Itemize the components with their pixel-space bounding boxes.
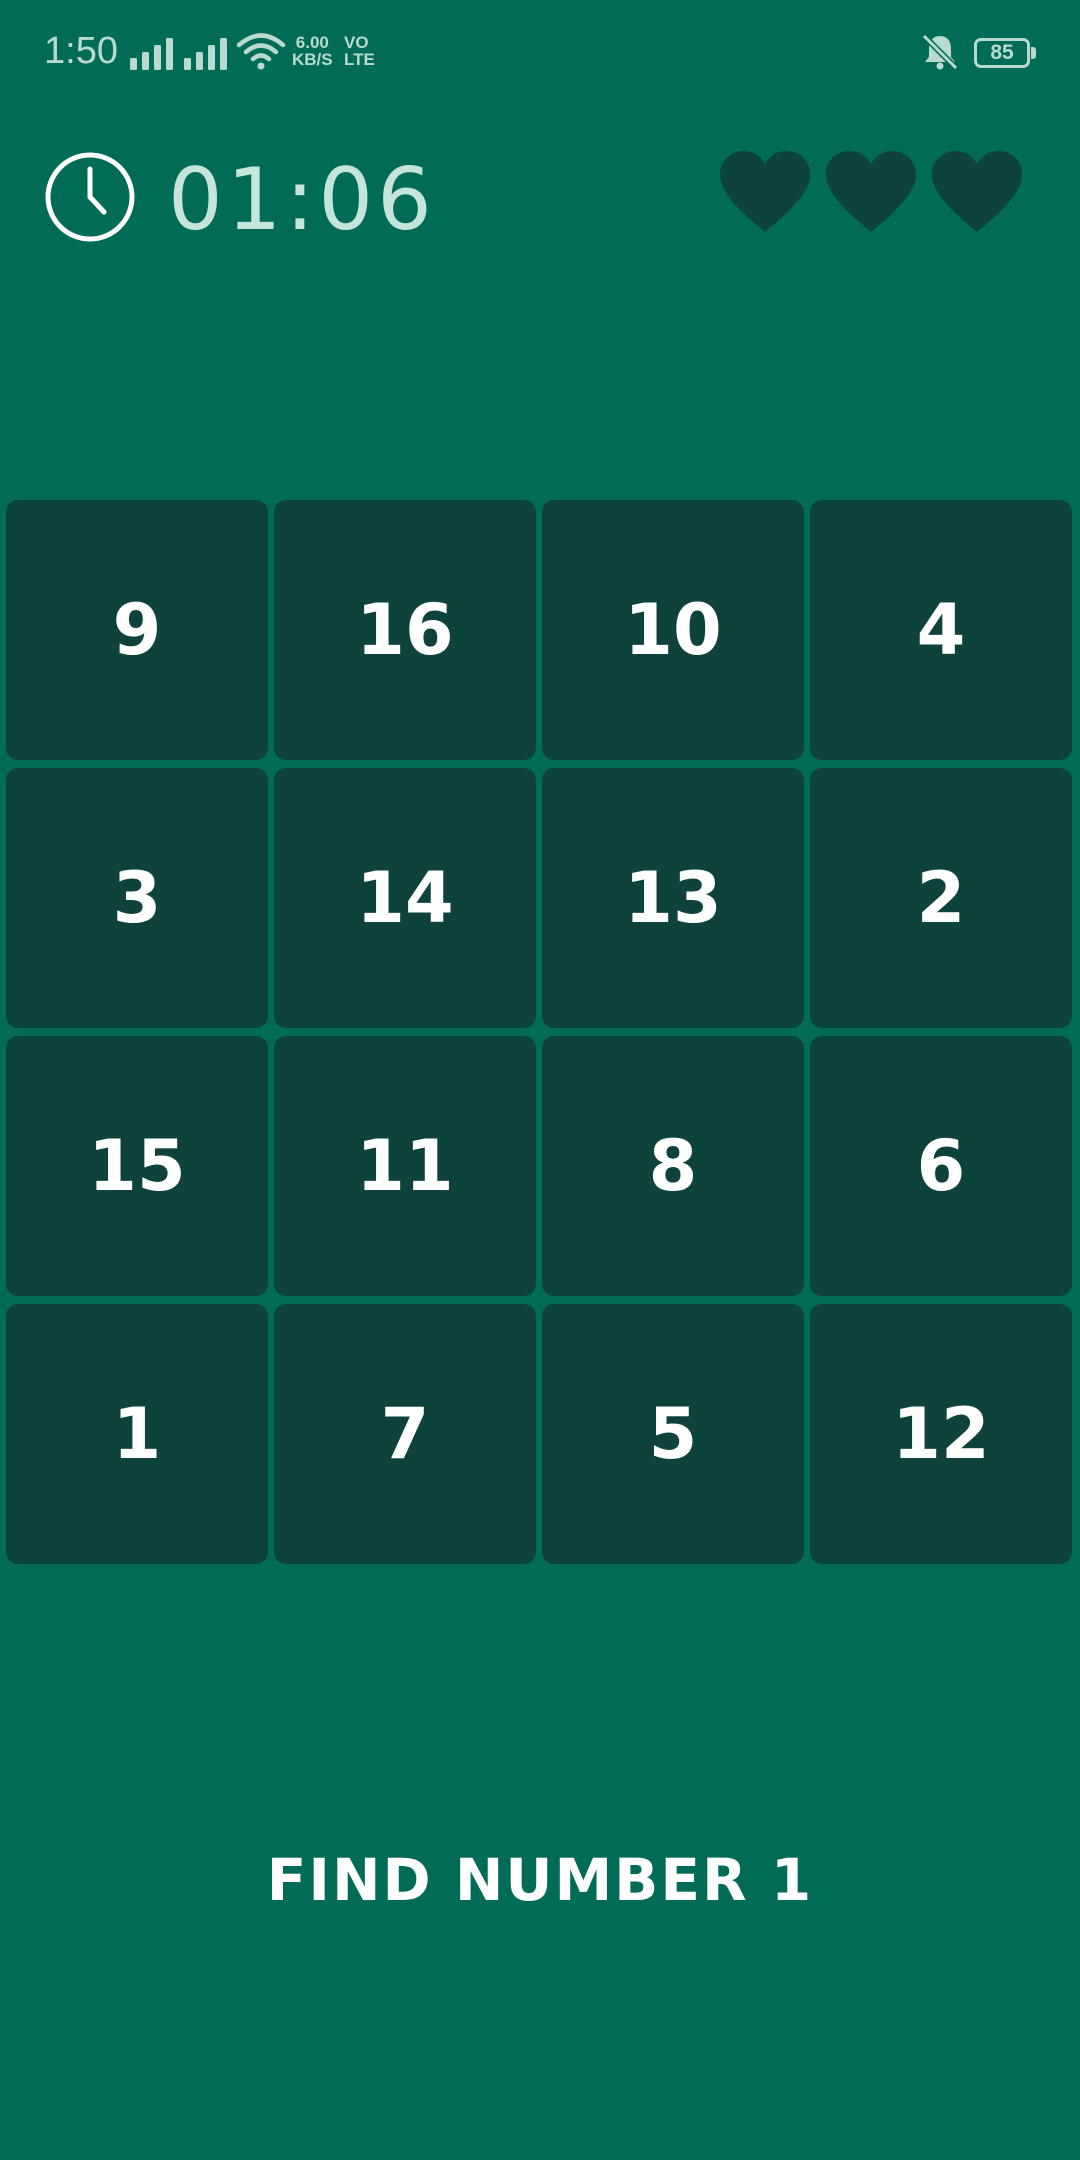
number-tile[interactable]: 11	[274, 1036, 536, 1296]
network-speed: 6.00 KB/S	[292, 34, 333, 68]
number-tile[interactable]: 9	[6, 500, 268, 760]
network-speed-value: 6.00	[295, 33, 329, 52]
number-grid: 9 16 10 4 3 14 13 2 15 11 8 6 1 7 5 12	[6, 500, 1072, 1564]
number-tile[interactable]: 6	[810, 1036, 1072, 1296]
number-tile[interactable]: 7	[274, 1304, 536, 1564]
wifi-icon	[236, 33, 286, 70]
battery-icon: 85	[974, 38, 1030, 68]
volte-line1: VO	[344, 33, 369, 52]
status-bar: 1:50 6.00 KB/S VO LTE 85	[0, 0, 1080, 110]
number-tile[interactable]: 14	[274, 768, 536, 1028]
heart-icon	[826, 151, 916, 232]
status-time: 1:50	[44, 30, 118, 72]
volte-line2: LTE	[344, 50, 375, 69]
lives	[718, 150, 1024, 234]
number-tile[interactable]: 3	[6, 768, 268, 1028]
number-tile[interactable]: 15	[6, 1036, 268, 1296]
mute-icon	[921, 33, 959, 71]
battery-tip	[1031, 47, 1036, 59]
number-tile[interactable]: 2	[810, 768, 1072, 1028]
number-tile[interactable]: 5	[542, 1304, 804, 1564]
number-tile[interactable]: 16	[274, 500, 536, 760]
timer: 01:06	[168, 150, 436, 250]
number-tile[interactable]: 4	[810, 500, 1072, 760]
instruction-label: FIND NUMBER 1	[266, 1846, 814, 1914]
number-tile[interactable]: 10	[542, 500, 804, 760]
volte-indicator: VO LTE	[344, 34, 375, 68]
signal-icon	[130, 38, 173, 70]
clock-icon	[45, 152, 135, 242]
number-tile[interactable]: 1	[6, 1304, 268, 1564]
number-tile[interactable]: 13	[542, 768, 804, 1028]
heart-icon	[720, 151, 810, 232]
network-speed-unit: KB/S	[292, 50, 333, 69]
heart-icon	[932, 151, 1022, 232]
number-tile[interactable]: 8	[542, 1036, 804, 1296]
signal-icon	[184, 38, 227, 70]
number-tile[interactable]: 12	[810, 1304, 1072, 1564]
